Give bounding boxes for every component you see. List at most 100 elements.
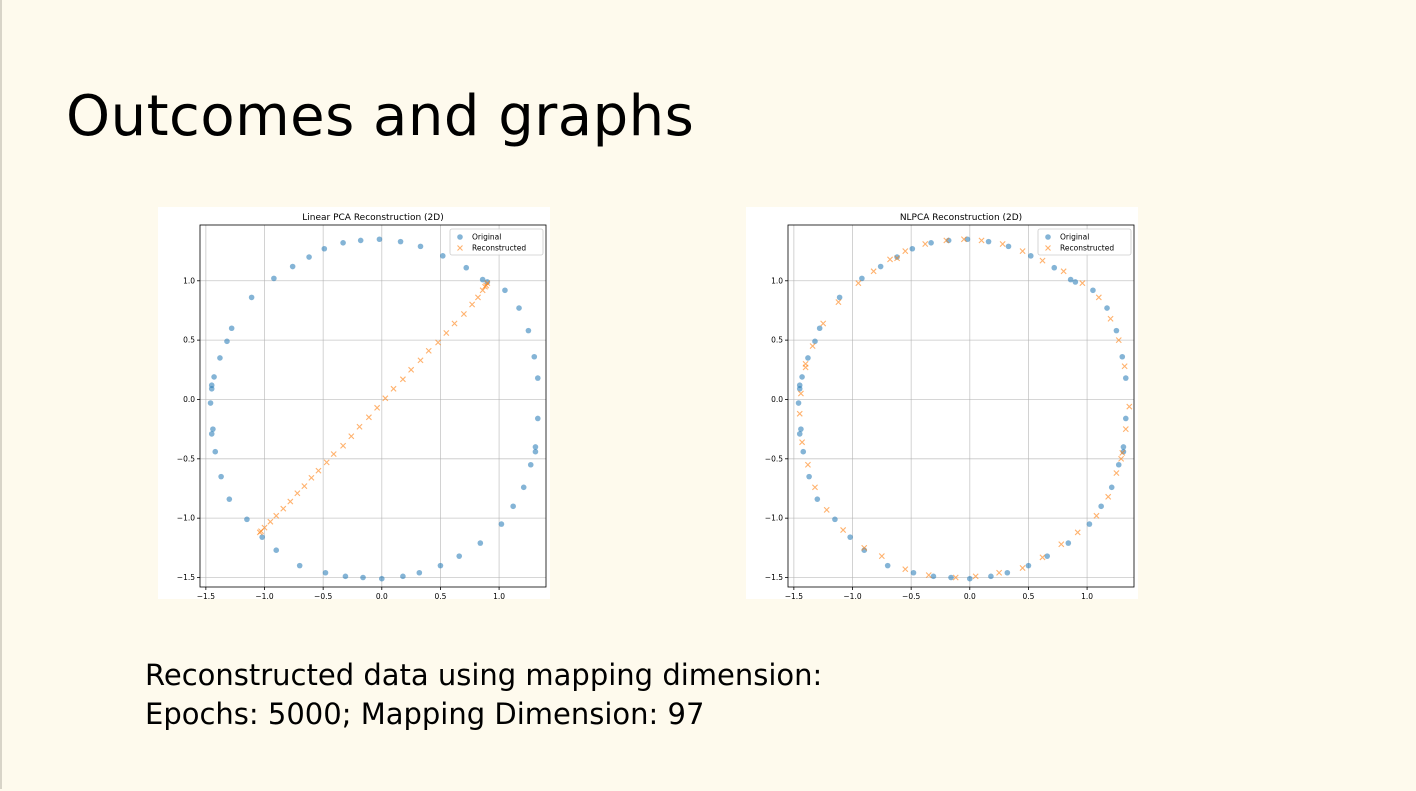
data-point-reconstructed	[925, 572, 932, 579]
data-point-original	[1122, 415, 1129, 422]
data-point-original	[340, 240, 346, 246]
y-tick-label: −1.5	[765, 573, 783, 582]
data-point-original	[800, 448, 807, 455]
data-point-original	[439, 253, 446, 259]
x-tick-label: −1.0	[255, 592, 273, 599]
data-point-reconstructed	[840, 527, 847, 534]
data-point-reconstructed	[999, 241, 1006, 247]
data-point-reconstructed	[1105, 493, 1112, 500]
y-tick-label: −1.0	[765, 514, 783, 523]
data-point-original	[217, 355, 223, 361]
data-point-original	[520, 484, 527, 491]
data-point-reconstructed	[308, 474, 315, 481]
data-point-reconstructed	[887, 256, 894, 263]
data-point-reconstructed	[1093, 512, 1100, 519]
data-point-reconstructed	[460, 311, 467, 318]
data-point-original	[966, 575, 973, 582]
data-point-original	[1090, 287, 1096, 294]
data-point-original	[1004, 569, 1011, 576]
data-point-original	[1027, 253, 1034, 259]
series-reconstructed	[256, 280, 491, 536]
data-point-original	[796, 385, 803, 392]
data-point-reconstructed	[796, 410, 803, 417]
data-point-reconstructed	[399, 376, 406, 383]
legend-label: Original	[472, 233, 501, 242]
data-point-reconstructed	[323, 459, 330, 466]
data-point-reconstructed	[996, 569, 1003, 576]
data-point-original	[799, 374, 805, 380]
data-point-original	[796, 431, 803, 437]
x-tick-label: −1.5	[197, 592, 215, 599]
data-point-reconstructed	[799, 439, 806, 446]
y-tick-label: −1.5	[177, 573, 195, 582]
slide-caption: Reconstructed data using mapping dimensi…	[145, 656, 822, 734]
data-point-reconstructed	[280, 505, 287, 512]
data-point-original	[1051, 264, 1058, 271]
chart-svg: NLPCA Reconstruction (2D) −1.5 −1.0 −0.5 0.0…	[765, 213, 1135, 599]
data-point-reconstructed	[978, 237, 985, 244]
data-point-original	[847, 534, 853, 540]
data-point-reconstructed	[469, 301, 476, 308]
data-point-original	[1065, 540, 1072, 546]
legend-marker-original	[457, 234, 463, 240]
data-point-reconstructed	[823, 506, 830, 513]
data-point-reconstructed	[417, 357, 424, 364]
data-point-original	[456, 553, 463, 559]
data-point-original	[1115, 461, 1122, 468]
data-point-reconstructed	[330, 451, 337, 458]
chart-svg: Linear PCA Reconstruction (2D) −1.5 −1.0 −0…	[177, 213, 547, 599]
data-point-original	[289, 263, 296, 270]
data-point-reconstructed	[972, 573, 979, 580]
data-point-original	[1119, 353, 1126, 360]
caption-line-1: Reconstructed data using mapping dimensi…	[145, 658, 823, 692]
data-point-reconstructed	[1060, 268, 1067, 275]
x-tick-label: −0.5	[902, 592, 920, 599]
data-point-reconstructed	[1019, 565, 1026, 571]
y-tick-label: 0.0	[771, 395, 783, 404]
data-point-reconstructed	[878, 553, 885, 560]
data-point-reconstructed	[835, 299, 842, 306]
data-point-original	[248, 294, 255, 301]
data-point-reconstructed	[348, 433, 355, 440]
y-tick-label: 1.0	[183, 276, 195, 285]
data-point-reconstructed	[425, 347, 432, 354]
caption-line-2: Epochs: 5000; Mapping Dimension: 97	[145, 697, 705, 731]
chart-title: Linear PCA Reconstruction (2D)	[302, 213, 443, 223]
nlpca-scatter-plot: NLPCA Reconstruction (2D) −1.5 −1.0 −0.5 0.0…	[746, 207, 1138, 599]
data-point-original	[321, 245, 328, 252]
data-point-reconstructed	[1019, 248, 1026, 255]
data-point-original	[224, 338, 230, 345]
data-point-reconstructed	[273, 512, 280, 519]
data-point-original	[271, 275, 277, 282]
data-point-original	[479, 276, 486, 283]
data-point-original	[273, 547, 280, 554]
data-point-original	[357, 237, 364, 244]
data-point-reconstructed	[435, 339, 442, 346]
slide-title: Outcomes and graphs	[66, 84, 695, 149]
data-point-reconstructed	[374, 404, 381, 411]
data-point-reconstructed	[408, 366, 415, 373]
data-point-reconstructed	[1058, 541, 1065, 548]
data-point-reconstructed	[390, 385, 397, 392]
data-point-reconstructed	[804, 461, 811, 468]
x-tick-label: 1.0	[493, 592, 505, 599]
data-point-original	[531, 353, 538, 360]
data-point-original	[211, 374, 217, 380]
x-tick-label: 0.5	[434, 592, 446, 599]
data-point-original	[477, 540, 484, 546]
data-point-original	[210, 426, 216, 432]
data-point-original	[510, 503, 516, 510]
data-point-reconstructed	[315, 467, 322, 474]
data-point-original	[207, 400, 214, 406]
data-point-reconstructed	[855, 280, 862, 287]
data-point-original	[1025, 562, 1032, 569]
data-point-original	[985, 238, 992, 245]
data-point-original	[928, 240, 934, 246]
y-tick-label: −0.5	[765, 454, 783, 463]
data-point-original	[400, 573, 406, 580]
data-point-original	[988, 573, 994, 580]
data-point-original	[208, 431, 215, 437]
legend-marker-original	[1045, 234, 1051, 240]
data-point-original	[498, 521, 505, 527]
data-point-reconstructed	[1074, 529, 1081, 536]
